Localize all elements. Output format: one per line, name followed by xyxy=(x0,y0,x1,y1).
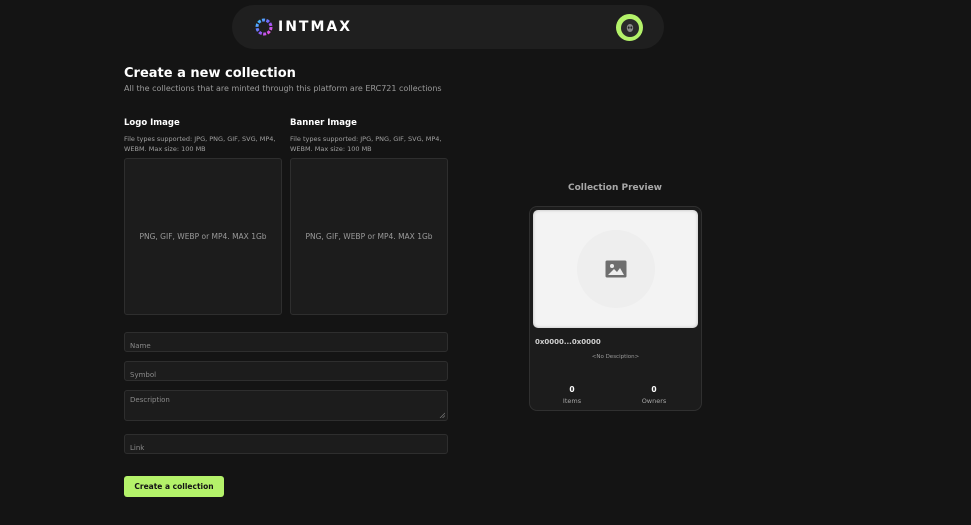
create-collection-button[interactable]: Create a collection xyxy=(124,476,224,497)
page-subtitle: All the collections that are minted thro… xyxy=(124,84,442,93)
name-field-wrapper xyxy=(124,332,448,355)
top-nav-bar: INTMAX xyxy=(232,5,664,49)
intmax-logo-icon xyxy=(255,18,273,36)
description-input[interactable] xyxy=(125,391,447,420)
image-halo xyxy=(576,230,655,308)
banner-drop-zone[interactable]: PNG, GIF, WEBP or MP4. MAX 1Gb xyxy=(290,158,448,315)
preview-contract-address: 0x0000...0x0000 xyxy=(535,338,601,346)
name-input[interactable] xyxy=(125,337,447,355)
logo-drop-text: PNG, GIF, WEBP or MP4. MAX 1Gb xyxy=(139,232,267,241)
banner-upload-section: Banner Image File types supported: JPG, … xyxy=(290,118,448,315)
owners-stat: 0 Owners xyxy=(629,385,679,405)
symbol-field-wrapper xyxy=(124,361,448,384)
alien-avatar-icon xyxy=(620,18,639,37)
preview-description: <No Desciption> xyxy=(591,354,640,360)
banner-image-label: Banner Image xyxy=(290,118,357,128)
link-input[interactable] xyxy=(125,439,447,457)
image-placeholder-icon xyxy=(605,260,626,278)
items-label: Items xyxy=(562,397,582,405)
banner-drop-text: PNG, GIF, WEBP or MP4. MAX 1Gb xyxy=(305,232,433,241)
items-stat: 0 Items xyxy=(547,385,597,405)
collection-preview-card: 0x0000...0x0000 <No Desciption> 0 Items … xyxy=(529,206,702,411)
banner-file-hint: File types supported: JPG, PNG, GIF, SVG… xyxy=(290,135,442,153)
logo-upload-section: Logo Image File types supported: JPG, PN… xyxy=(124,118,282,315)
preview-title: Collection Preview xyxy=(567,183,663,193)
symbol-input[interactable] xyxy=(125,366,447,384)
account-avatar-button[interactable] xyxy=(616,14,643,41)
logo-file-hint: File types supported: JPG, PNG, GIF, SVG… xyxy=(124,135,276,153)
owners-count: 0 xyxy=(651,385,657,394)
owners-label: Owners xyxy=(641,397,667,405)
logo-image-label: Logo Image xyxy=(124,118,180,128)
items-count: 0 xyxy=(569,385,575,394)
page-title: Create a new collection xyxy=(124,66,296,81)
resize-grip-icon[interactable] xyxy=(439,412,445,418)
preview-image xyxy=(533,210,698,328)
brand-name: INTMAX xyxy=(278,19,353,35)
brand-logo[interactable]: INTMAX xyxy=(254,17,352,37)
logo-drop-zone[interactable]: PNG, GIF, WEBP or MP4. MAX 1Gb xyxy=(124,158,282,315)
description-field-wrapper xyxy=(124,390,448,421)
link-field-wrapper xyxy=(124,434,448,457)
